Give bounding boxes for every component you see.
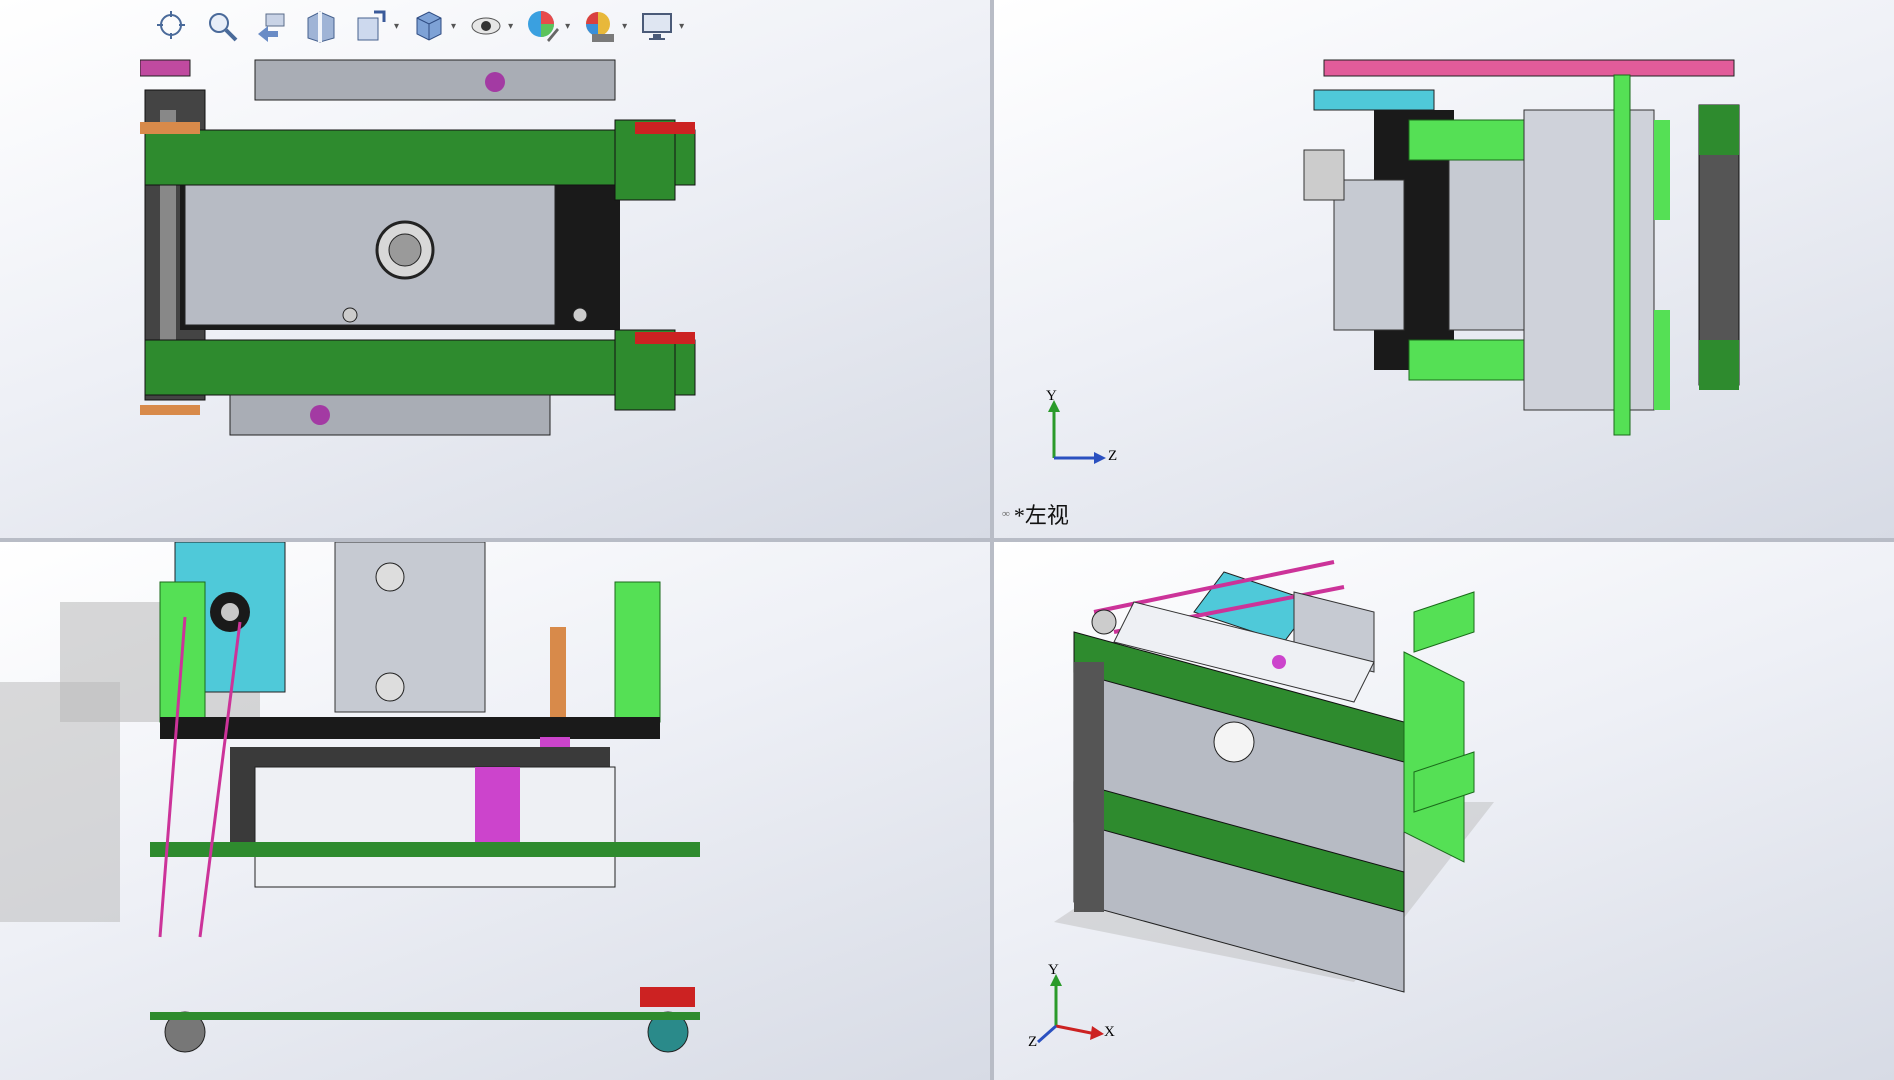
view-orientation-icon bbox=[357, 10, 386, 41]
axis-triad-iso: Y X Z bbox=[1026, 962, 1116, 1052]
display-style-icon bbox=[416, 11, 442, 41]
edit-appearance-icon bbox=[528, 11, 560, 42]
iso-x-axis-label: X bbox=[1104, 1024, 1115, 1040]
viewport-top-right[interactable]: Y Z ∞ *左视 bbox=[994, 0, 1894, 538]
view-settings-icon bbox=[642, 13, 673, 40]
isometric-model bbox=[1054, 560, 1494, 993]
iso-z-axis-label: Z bbox=[1028, 1034, 1038, 1050]
viewport-splitter-horizontal[interactable] bbox=[0, 538, 1894, 542]
viewport-bottom-right[interactable]: Y X Z bbox=[994, 542, 1894, 1080]
zoom-to-area-button[interactable] bbox=[200, 6, 244, 46]
heads-up-view-toolbar: ▾ ▾ ▾ ▾ ▾ ▾ bbox=[150, 4, 686, 48]
left-view-model bbox=[1303, 59, 1740, 436]
zoom-to-area-icon bbox=[209, 13, 238, 42]
apply-scene-icon bbox=[586, 12, 615, 42]
previous-view-button[interactable] bbox=[250, 6, 294, 46]
view-orientation-button[interactable] bbox=[350, 6, 394, 46]
section-view-icon bbox=[307, 11, 335, 43]
view-link-icon: ∞ bbox=[1002, 508, 1010, 520]
section-view-button[interactable] bbox=[300, 6, 344, 46]
hide-show-items-icon bbox=[471, 17, 501, 35]
iso-y-axis-label: Y bbox=[1048, 962, 1059, 978]
edit-appearance-button[interactable] bbox=[521, 6, 565, 46]
apply-scene-caret[interactable]: ▾ bbox=[622, 21, 627, 32]
apply-scene-button[interactable] bbox=[578, 6, 622, 46]
view-orientation-caret[interactable]: ▾ bbox=[394, 21, 399, 32]
zoom-to-fit-button[interactable] bbox=[150, 6, 194, 46]
previous-view-icon bbox=[258, 13, 285, 42]
display-style-button[interactable] bbox=[407, 6, 451, 46]
viewport-top-left[interactable] bbox=[0, 0, 990, 538]
z-axis-label: Z bbox=[1108, 448, 1118, 464]
top-view-model bbox=[140, 59, 696, 436]
view-settings-caret[interactable]: ▾ bbox=[679, 21, 684, 32]
view-name-label: ∞ *左视 bbox=[1002, 498, 1069, 530]
axis-triad: Y Z bbox=[1038, 388, 1118, 468]
hide-show-items-button[interactable] bbox=[464, 6, 508, 46]
display-style-caret[interactable]: ▾ bbox=[451, 21, 456, 32]
edit-appearance-caret[interactable]: ▾ bbox=[565, 21, 570, 32]
axis-triad-iso-arrows bbox=[1037, 974, 1104, 1044]
view-settings-button[interactable] bbox=[635, 6, 679, 46]
front-view-model bbox=[0, 542, 700, 1053]
hide-show-items-caret[interactable]: ▾ bbox=[508, 21, 513, 32]
y-axis-label: Y bbox=[1046, 388, 1057, 404]
zoom-to-fit-icon bbox=[157, 11, 185, 39]
viewport-bottom-left[interactable] bbox=[0, 542, 990, 1080]
view-name-text: *左视 bbox=[1013, 503, 1069, 528]
